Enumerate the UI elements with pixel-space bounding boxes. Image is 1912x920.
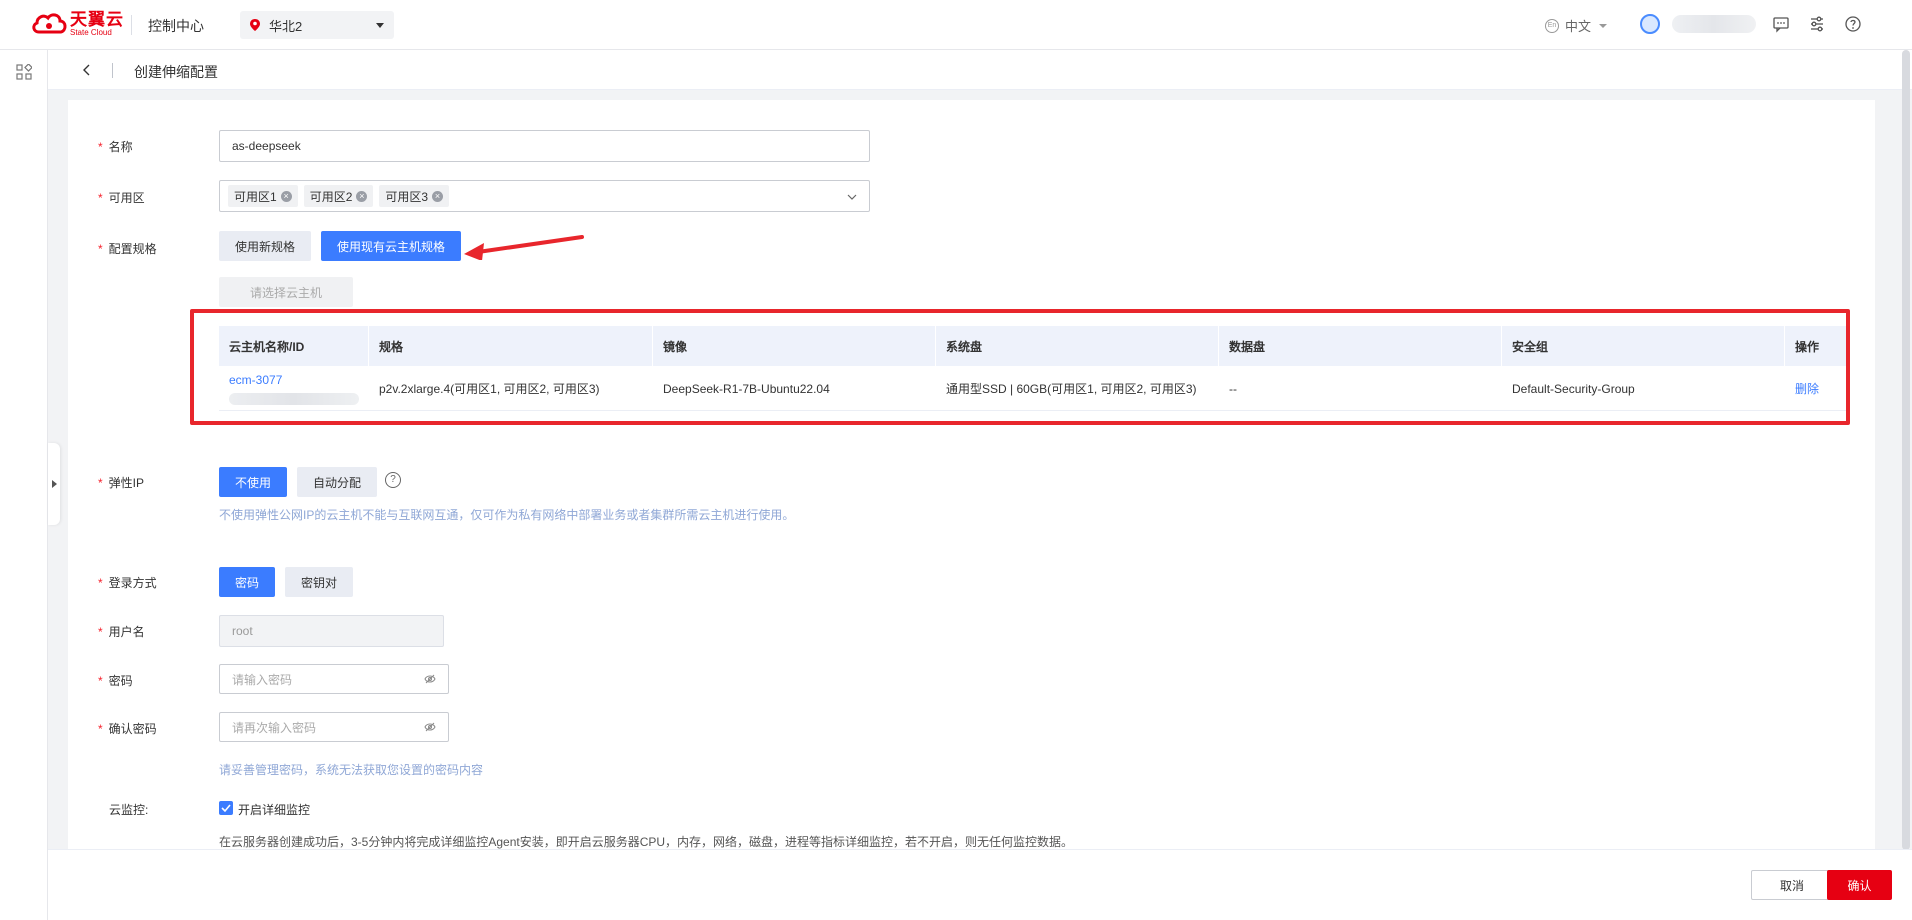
language-icon: En (1545, 18, 1559, 33)
name-input[interactable]: as-deepseek (219, 130, 870, 162)
avatar[interactable] (1640, 14, 1660, 34)
console-link[interactable]: 控制中心 (148, 16, 204, 36)
close-icon[interactable]: × (280, 190, 292, 202)
back-arrow-icon[interactable] (80, 63, 94, 77)
chevron-down-icon (376, 22, 384, 28)
location-pin-icon (250, 19, 260, 31)
region-name: 华北2 (269, 18, 303, 34)
scrollbar[interactable] (1902, 50, 1910, 850)
spec-label: * 配置规格 (98, 242, 157, 256)
divider (112, 63, 113, 78)
chevron-down-icon (847, 194, 857, 200)
page-title: 创建伸缩配置 (134, 64, 218, 80)
zone-multiselect[interactable]: 可用区1 × 可用区2 × 可用区3 × (219, 180, 870, 212)
zone-tag: 可用区1 × (228, 185, 298, 207)
confirm-password-input[interactable]: 请再次输入密码 (219, 712, 449, 742)
side-nav (0, 50, 48, 920)
help-icon[interactable]: ? (385, 472, 401, 488)
login-keypair-button[interactable]: 密钥对 (285, 567, 353, 597)
apps-grid-icon[interactable] (16, 64, 32, 80)
sidebar-expand-toggle[interactable] (48, 443, 60, 525)
username-input: root (219, 615, 444, 647)
close-icon[interactable]: × (432, 190, 444, 202)
logo-text-cn: 天翼云 (70, 10, 124, 29)
language-switch[interactable]: En 中文 (1545, 16, 1608, 35)
monitor-label: 云监控: (109, 803, 149, 817)
logo[interactable]: 天翼云 State Cloud (30, 11, 124, 37)
region-select[interactable]: 华北2 (240, 11, 394, 39)
eye-hidden-icon[interactable] (424, 722, 436, 732)
confirm-password-label: * 确认密码 (98, 722, 157, 736)
password-hint: 请妥善管理密码，系统无法获取您设置的密码内容 (219, 763, 484, 777)
username-label: * 用户名 (98, 625, 145, 639)
login-method-label: * 登录方式 (98, 576, 157, 590)
settings-sliders-icon[interactable] (1808, 15, 1826, 33)
divider (131, 15, 132, 35)
check-icon (221, 804, 231, 813)
name-label: * 名称 (98, 140, 133, 154)
top-bar: 天翼云 State Cloud 控制中心 华北2 En 中文 (0, 0, 1912, 50)
eip-label: * 弹性IP (98, 476, 145, 490)
red-arrow-annotation (464, 235, 584, 260)
confirm-button[interactable]: 确认 (1827, 870, 1892, 900)
password-label: * 密码 (98, 674, 133, 688)
select-vm-button[interactable]: 请选择云主机 (219, 277, 353, 307)
footer-bar (48, 849, 1912, 920)
chevron-down-icon (1599, 23, 1608, 28)
logo-text-en: State Cloud (70, 28, 112, 37)
eip-auto-button[interactable]: 自动分配 (297, 467, 377, 497)
caret-right-icon (52, 480, 57, 488)
use-new-spec-button[interactable]: 使用新规格 (219, 231, 311, 261)
cancel-button[interactable]: 取消 (1751, 870, 1833, 900)
user-name-redacted[interactable] (1672, 15, 1756, 33)
message-icon[interactable] (1772, 15, 1790, 33)
login-password-button[interactable]: 密码 (219, 567, 275, 597)
eip-hint: 不使用弹性公网IP的云主机不能与互联网互通，仅可作为私有网络中部署业务或者集群所… (219, 508, 795, 522)
zone-tag: 可用区3 × (379, 185, 450, 207)
language-label: 中文 (1565, 19, 1592, 34)
eip-none-button[interactable]: 不使用 (219, 467, 287, 497)
detailed-monitor-checkbox[interactable] (219, 801, 233, 815)
close-icon[interactable]: × (356, 190, 368, 202)
password-input[interactable]: 请输入密码 (219, 664, 449, 694)
detailed-monitor-label: 开启详细监控 (238, 803, 311, 817)
page-header: 创建伸缩配置 (48, 50, 1912, 90)
cloud-logo-icon (32, 13, 67, 34)
help-icon[interactable] (1844, 15, 1862, 33)
monitor-description: 在云服务器创建成功后，3-5分钟内将完成详细监控Agent安装，即开启云服务器C… (219, 835, 1074, 849)
eye-hidden-icon[interactable] (424, 674, 436, 684)
use-existing-vm-spec-button[interactable]: 使用现有云主机规格 (321, 231, 461, 261)
red-highlight-annotation (190, 309, 1850, 425)
zone-tag: 可用区2 × (303, 185, 374, 207)
zone-label: * 可用区 (98, 191, 145, 205)
